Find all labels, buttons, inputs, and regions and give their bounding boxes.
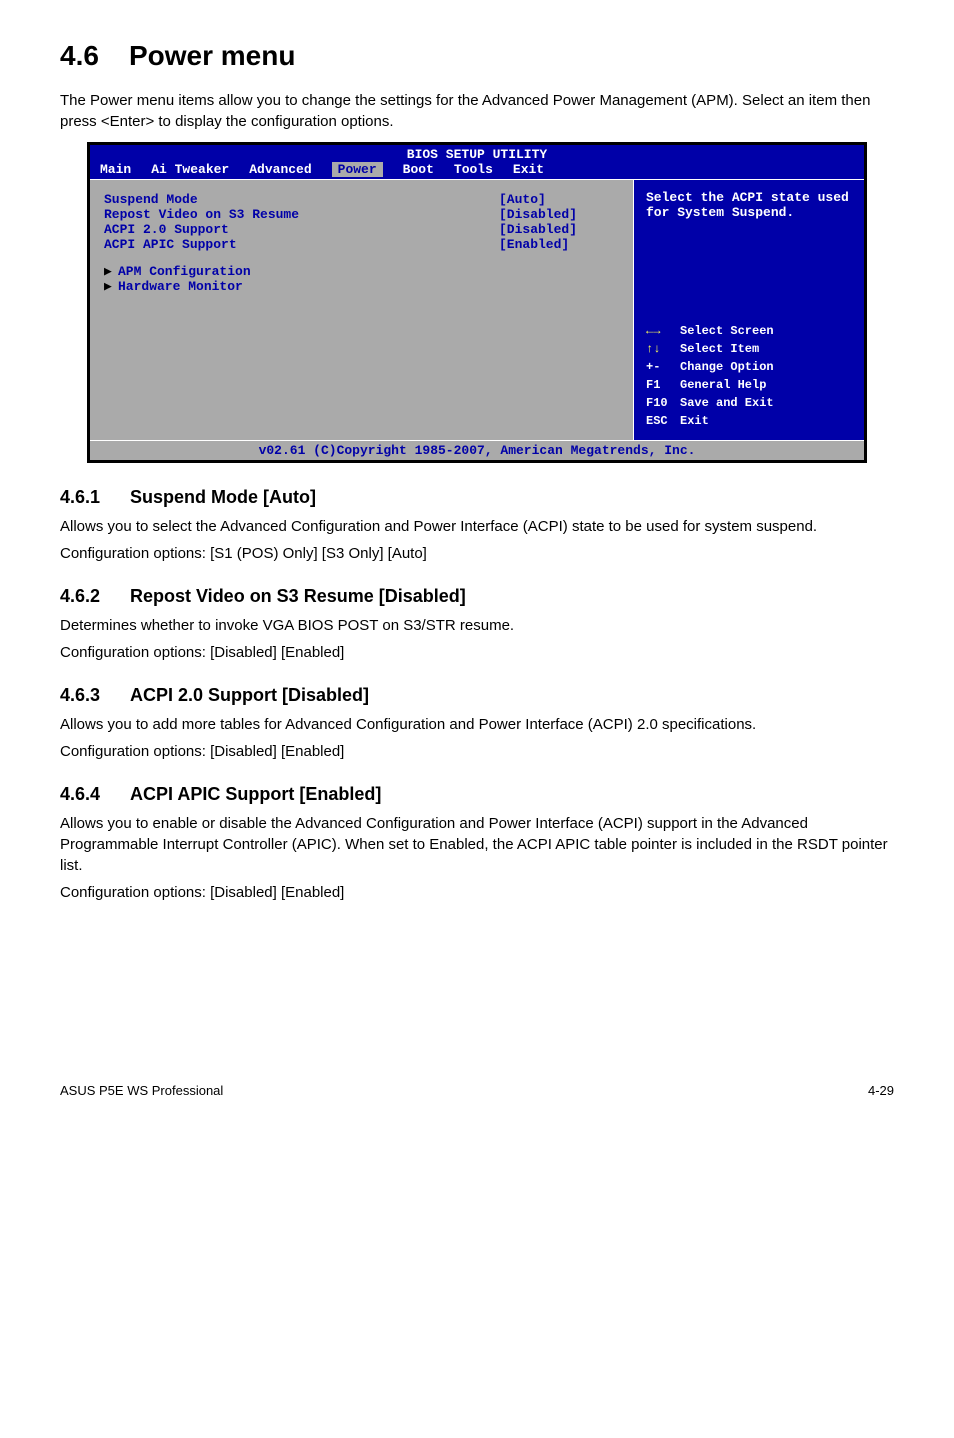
section-title: 4.6 Power menu: [60, 40, 894, 72]
bios-body: Suspend Mode [Auto] Repost Video on S3 R…: [90, 180, 864, 440]
bios-row: Repost Video on S3 Resume [Disabled]: [104, 207, 619, 222]
bios-tab-advanced: Advanced: [249, 162, 311, 177]
help-key: ESC: [646, 412, 680, 430]
subsection-heading: 4.6.4ACPI APIC Support [Enabled]: [60, 784, 894, 805]
help-key-desc: Select Item: [680, 342, 759, 356]
bios-submenu-item: ▶Hardware Monitor: [104, 279, 619, 294]
bios-option-value: [Disabled]: [499, 222, 619, 237]
help-key-desc: General Help: [680, 378, 766, 392]
bios-title: BIOS SETUP UTILITY: [90, 145, 864, 162]
subsection-heading: 4.6.1Suspend Mode [Auto]: [60, 487, 894, 508]
subsection-paragraph: Allows you to add more tables for Advanc…: [60, 714, 894, 735]
help-key-icon: ↑↓: [646, 340, 680, 358]
bios-row: ACPI APIC Support [Enabled]: [104, 237, 619, 252]
bios-option-label: ACPI APIC Support: [104, 237, 499, 252]
bios-tab-boot: Boot: [403, 162, 434, 177]
bios-option-label: ACPI 2.0 Support: [104, 222, 499, 237]
bios-option-label: Suspend Mode: [104, 192, 499, 207]
subsection-title: Suspend Mode [Auto]: [130, 487, 316, 507]
help-key: F10: [646, 394, 680, 412]
triangle-right-icon: ▶: [104, 264, 118, 279]
subsection-heading: 4.6.3ACPI 2.0 Support [Disabled]: [60, 685, 894, 706]
bios-help-text: Select the ACPI state used for System Su…: [646, 190, 852, 220]
bios-footer: v02.61 (C)Copyright 1985-2007, American …: [90, 440, 864, 460]
section-number: 4.6: [60, 40, 99, 71]
bios-help-keys: ←→Select Screen ↑↓Select Item +-Change O…: [646, 322, 852, 430]
intro-paragraph: The Power menu items allow you to change…: [60, 90, 894, 132]
bios-tab-main: Main: [100, 162, 131, 177]
help-key: F1: [646, 376, 680, 394]
subsection-number: 4.6.4: [60, 784, 130, 805]
bios-row: Suspend Mode [Auto]: [104, 192, 619, 207]
help-key-icon: ←→: [646, 322, 680, 340]
subsection-heading: 4.6.2Repost Video on S3 Resume [Disabled…: [60, 586, 894, 607]
bios-row: ACPI 2.0 Support [Disabled]: [104, 222, 619, 237]
subsection-title: ACPI 2.0 Support [Disabled]: [130, 685, 369, 705]
subsection-paragraph: Allows you to select the Advanced Config…: [60, 516, 894, 537]
bios-option-value: [Auto]: [499, 192, 619, 207]
bios-tab-exit: Exit: [513, 162, 544, 177]
bios-submenu-group: ▶APM Configuration ▶Hardware Monitor: [104, 264, 619, 294]
footer-left: ASUS P5E WS Professional: [60, 1083, 223, 1098]
bios-option-label: Repost Video on S3 Resume: [104, 207, 499, 222]
help-key-desc: Save and Exit: [680, 396, 774, 410]
subsection-config-options: Configuration options: [Disabled] [Enabl…: [60, 642, 894, 663]
bios-tab-tools: Tools: [454, 162, 493, 177]
footer-page-number: 4-29: [868, 1083, 894, 1098]
help-key-desc: Change Option: [680, 360, 774, 374]
page-footer: ASUS P5E WS Professional 4-29: [60, 1083, 894, 1098]
subsection-config-options: Configuration options: [Disabled] [Enabl…: [60, 882, 894, 903]
subsection-config-options: Configuration options: [Disabled] [Enabl…: [60, 741, 894, 762]
section-heading: Power menu: [129, 40, 295, 71]
bios-option-value: [Disabled]: [499, 207, 619, 222]
help-key: +-: [646, 358, 680, 376]
bios-right-pane: Select the ACPI state used for System Su…: [634, 180, 864, 440]
subsection-config-options: Configuration options: [S1 (POS) Only] […: [60, 543, 894, 564]
subsection-title: Repost Video on S3 Resume [Disabled]: [130, 586, 466, 606]
subsection-number: 4.6.2: [60, 586, 130, 607]
bios-tab-bar: Main Ai Tweaker Advanced Power Boot Tool…: [90, 162, 864, 180]
bios-left-pane: Suspend Mode [Auto] Repost Video on S3 R…: [90, 180, 634, 440]
subsection-number: 4.6.1: [60, 487, 130, 508]
subsection-paragraph: Determines whether to invoke VGA BIOS PO…: [60, 615, 894, 636]
bios-submenu-label: Hardware Monitor: [118, 279, 243, 294]
bios-tab-ai-tweaker: Ai Tweaker: [151, 162, 229, 177]
triangle-right-icon: ▶: [104, 279, 118, 294]
help-key-desc: Select Screen: [680, 324, 774, 338]
bios-submenu-item: ▶APM Configuration: [104, 264, 619, 279]
bios-screenshot: BIOS SETUP UTILITY Main Ai Tweaker Advan…: [87, 142, 867, 463]
subsection-number: 4.6.3: [60, 685, 130, 706]
bios-option-value: [Enabled]: [499, 237, 619, 252]
bios-submenu-label: APM Configuration: [118, 264, 251, 279]
subsection-title: ACPI APIC Support [Enabled]: [130, 784, 381, 804]
help-key-desc: Exit: [680, 414, 709, 428]
subsection-paragraph: Allows you to enable or disable the Adva…: [60, 813, 894, 876]
bios-tab-power: Power: [332, 162, 383, 177]
